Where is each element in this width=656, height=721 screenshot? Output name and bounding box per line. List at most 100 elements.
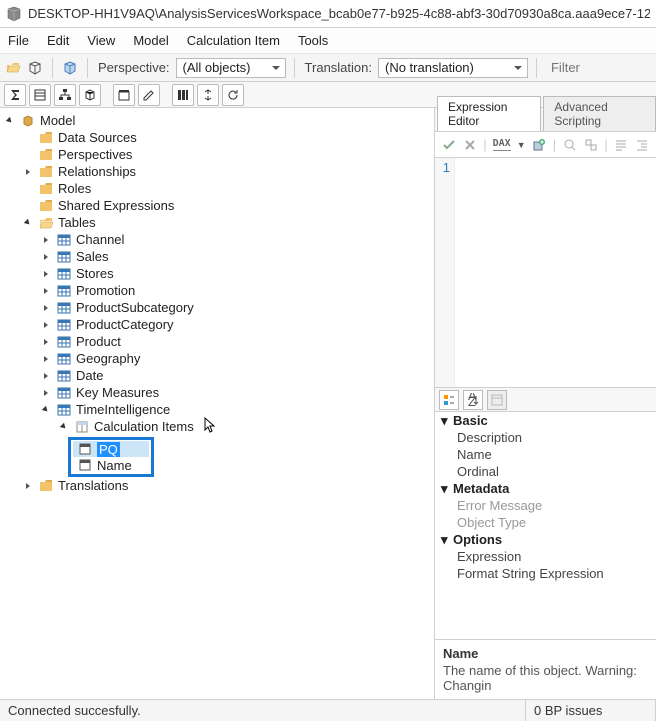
calc-item-name[interactable]: Name <box>73 457 149 473</box>
deploy-icon[interactable] <box>26 59 44 77</box>
code-area[interactable] <box>455 158 656 387</box>
window-icon[interactable] <box>113 84 135 106</box>
collapse-icon[interactable] <box>4 115 16 127</box>
tree-table[interactable]: Date <box>36 367 434 384</box>
prop-cat-basic[interactable]: ▾Basic <box>435 412 656 429</box>
tree-table[interactable]: Promotion <box>36 282 434 299</box>
menu-view[interactable]: View <box>87 33 115 48</box>
prop-cat-metadata[interactable]: ▾Metadata <box>435 480 656 497</box>
tree-table[interactable]: Stores <box>36 265 434 282</box>
tree-root-model[interactable]: Model <box>0 112 434 129</box>
toggle-icon[interactable] <box>197 84 219 106</box>
indent-icon[interactable] <box>614 136 629 154</box>
tree-table[interactable]: Channel <box>36 231 434 248</box>
expand-icon[interactable] <box>40 302 52 314</box>
table-icon <box>56 402 72 418</box>
model-tree[interactable]: Model Data Sources Perspectives Relation… <box>0 108 435 699</box>
tree-translations[interactable]: Translations <box>18 477 434 494</box>
expression-editor[interactable]: 1 <box>435 158 656 388</box>
prop-object-type[interactable]: Object Type <box>435 514 656 531</box>
separator <box>294 58 295 78</box>
tab-advanced-scripting[interactable]: Advanced Scripting <box>543 96 656 131</box>
separator <box>52 58 53 78</box>
expand-icon[interactable] <box>40 285 52 297</box>
columns-icon[interactable] <box>172 84 194 106</box>
calc-item-pq[interactable]: PQ <box>73 441 149 457</box>
tree-roles[interactable]: Roles <box>18 180 434 197</box>
filter-input[interactable] <box>551 60 591 75</box>
menu-model[interactable]: Model <box>133 33 168 48</box>
search-icon[interactable] <box>562 136 577 154</box>
open-icon[interactable] <box>4 59 22 77</box>
prop-format-string-expression[interactable]: Format String Expression <box>435 565 656 582</box>
collapse-icon[interactable] <box>22 217 34 229</box>
tree-table[interactable]: Key Measures <box>36 384 434 401</box>
tree-table[interactable]: Product <box>36 333 434 350</box>
prop-error-message[interactable]: Error Message <box>435 497 656 514</box>
prop-expression[interactable]: Expression <box>435 548 656 565</box>
table-icon <box>56 232 72 248</box>
cube-view-icon[interactable] <box>79 84 101 106</box>
expand-icon[interactable] <box>40 387 52 399</box>
status-bp-issues[interactable]: 0 BP issues <box>526 700 656 721</box>
expand-icon[interactable] <box>40 268 52 280</box>
menu-edit[interactable]: Edit <box>47 33 69 48</box>
expand-icon[interactable] <box>40 319 52 331</box>
tree-table[interactable]: Geography <box>36 350 434 367</box>
tree-relationships[interactable]: Relationships <box>18 163 434 180</box>
cancel-icon[interactable] <box>462 136 477 154</box>
tree-timeintelligence[interactable]: TimeIntelligence <box>36 401 434 418</box>
tree-datasources[interactable]: Data Sources <box>18 129 434 146</box>
tree-table[interactable]: Sales <box>36 248 434 265</box>
collapse-icon[interactable] <box>58 421 70 433</box>
menu-file[interactable]: File <box>8 33 29 48</box>
tree-calculation-items[interactable]: Calculation Items <box>54 418 434 435</box>
list-icon[interactable] <box>29 84 51 106</box>
alphabetical-icon[interactable]: AZ <box>463 390 483 410</box>
expand-icon[interactable] <box>22 166 34 178</box>
expand-icon[interactable] <box>40 234 52 246</box>
translation-dropdown[interactable]: (No translation) <box>378 58 528 78</box>
tree-perspectives[interactable]: Perspectives <box>18 146 434 163</box>
add-icon[interactable] <box>532 136 547 154</box>
perspective-dropdown[interactable]: (All objects) <box>176 58 286 78</box>
tree-table[interactable]: ProductCategory <box>36 316 434 333</box>
expand-icon[interactable] <box>40 251 52 263</box>
edit-icon[interactable] <box>138 84 160 106</box>
collapse-icon[interactable] <box>40 404 52 416</box>
collapse-icon[interactable]: ▾ <box>441 481 453 497</box>
prop-ordinal[interactable]: Ordinal <box>435 463 656 480</box>
expand-icon[interactable] <box>40 353 52 365</box>
expand-icon[interactable] <box>40 370 52 382</box>
right-pane: Expression Editor Advanced Scripting | D… <box>435 108 656 699</box>
menu-calculation-item[interactable]: Calculation Item <box>187 33 280 48</box>
collapse-icon[interactable]: ▾ <box>441 532 453 548</box>
expand-icon[interactable] <box>40 336 52 348</box>
menu-tools[interactable]: Tools <box>298 33 328 48</box>
sigma-icon[interactable] <box>4 84 26 106</box>
tab-expression-editor[interactable]: Expression Editor <box>437 96 541 131</box>
prop-description[interactable]: Description <box>435 429 656 446</box>
replace-icon[interactable] <box>583 136 598 154</box>
table-icon <box>56 368 72 384</box>
property-pages-icon[interactable] <box>487 390 507 410</box>
categorized-icon[interactable] <box>439 390 459 410</box>
property-grid[interactable]: ▾Basic Description Name Ordinal ▾Metadat… <box>435 412 656 639</box>
expand-icon[interactable] <box>22 480 34 492</box>
folder-icon <box>38 181 54 197</box>
tree-shared-expressions[interactable]: Shared Expressions <box>18 197 434 214</box>
folder-icon <box>38 147 54 163</box>
accept-icon[interactable] <box>441 136 456 154</box>
outdent-icon[interactable] <box>635 136 650 154</box>
prop-name[interactable]: Name <box>435 446 656 463</box>
refresh-icon[interactable] <box>222 84 244 106</box>
hierarchy-icon[interactable] <box>54 84 76 106</box>
dax-label[interactable]: DAX <box>493 138 511 151</box>
tree-tables[interactable]: Tables <box>18 214 434 231</box>
main-toolbar: Perspective: (All objects) Translation: … <box>0 54 656 82</box>
cube-icon[interactable] <box>61 59 79 77</box>
tree-table[interactable]: ProductSubcategory <box>36 299 434 316</box>
prop-cat-options[interactable]: ▾Options <box>435 531 656 548</box>
dropdown-arrow-icon[interactable]: ▼ <box>517 140 526 150</box>
collapse-icon[interactable]: ▾ <box>441 413 453 429</box>
